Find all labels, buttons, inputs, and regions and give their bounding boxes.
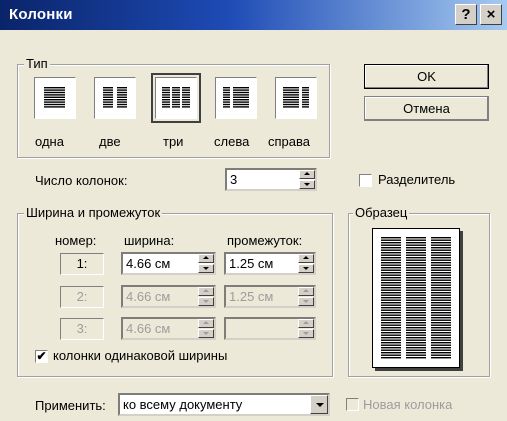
equal-width-label[interactable]: колонки одинаковой ширины <box>53 348 227 363</box>
spin-up-icon <box>298 319 314 328</box>
row3-number: 3: <box>60 318 104 340</box>
separator-checkbox[interactable] <box>359 174 372 187</box>
help-button[interactable]: ? <box>455 4 477 25</box>
type-three-label[interactable]: три <box>163 134 183 149</box>
preview-page <box>372 228 460 368</box>
preview-legend: Образец <box>353 205 410 220</box>
type-right-icon[interactable] <box>275 77 317 119</box>
spin-down-icon[interactable] <box>198 264 214 273</box>
row1-spacing-spinner[interactable]: 1.25 см <box>224 252 316 275</box>
new-column-checkbox <box>346 398 359 411</box>
row2-width-value: 4.66 см <box>126 289 171 304</box>
spin-down-icon <box>198 329 214 338</box>
type-left-label[interactable]: слева <box>214 134 249 149</box>
ok-button[interactable]: OK <box>364 64 489 89</box>
width-spacing-legend: Ширина и промежуток <box>24 205 163 220</box>
row1-width-spinner[interactable]: 4.66 см <box>121 252 216 275</box>
col-number-header: номер: <box>55 233 97 248</box>
row2-spacing-value: 1.25 см <box>229 289 274 304</box>
type-three-icon[interactable] <box>151 73 201 123</box>
type-one-icon[interactable] <box>34 77 76 119</box>
type-two-label[interactable]: две <box>99 134 121 149</box>
spin-up-icon <box>198 287 214 296</box>
row2-number: 2: <box>60 286 104 308</box>
apply-value[interactable]: ко всему документу <box>123 397 242 412</box>
spin-up-icon[interactable] <box>298 254 314 263</box>
type-two-icon[interactable] <box>94 77 136 119</box>
chevron-down-icon[interactable] <box>310 395 328 414</box>
row2-spacing-spinner: 1.25 см <box>224 285 316 308</box>
row1-spacing-value[interactable]: 1.25 см <box>229 256 273 271</box>
spin-up-icon <box>298 287 314 296</box>
spin-up-icon <box>198 319 214 328</box>
num-columns-value[interactable]: 3 <box>230 172 237 187</box>
spin-up-icon[interactable] <box>299 170 315 179</box>
dialog-title: Колонки <box>9 6 73 23</box>
col-spacing-header: промежуток: <box>227 233 303 248</box>
spin-down-icon[interactable] <box>298 264 314 273</box>
apply-select[interactable]: ко всему документу <box>118 393 330 416</box>
apply-label: Применить: <box>35 398 106 413</box>
equal-width-checkbox[interactable]: ✔ <box>35 350 48 363</box>
row3-width-spinner: 4.66 см <box>121 317 216 340</box>
row3-spacing-spinner <box>224 317 316 340</box>
title-bar: Колонки ? × <box>0 0 507 30</box>
col-width-header: ширина: <box>124 233 175 248</box>
spin-down-icon <box>198 297 214 306</box>
separator-label[interactable]: Разделитель <box>378 172 455 187</box>
row2-width-spinner: 4.66 см <box>121 285 216 308</box>
preview-columns <box>381 237 451 359</box>
spin-down-icon <box>298 297 314 306</box>
row1-number: 1: <box>60 253 104 275</box>
cancel-button[interactable]: Отмена <box>364 96 489 121</box>
type-group-legend: Тип <box>24 56 50 71</box>
type-left-icon[interactable] <box>215 77 257 119</box>
spin-up-icon[interactable] <box>198 254 214 263</box>
columns-dialog: Колонки ? × Тип одна две три слева справ… <box>0 0 507 421</box>
type-right-label[interactable]: справа <box>268 134 310 149</box>
num-columns-spinner[interactable]: 3 <box>225 168 317 191</box>
row3-width-value: 4.66 см <box>126 321 171 336</box>
num-columns-label: Число колонок: <box>35 173 128 188</box>
new-column-label: Новая колонка <box>363 397 453 412</box>
spin-down-icon <box>298 329 314 338</box>
type-one-label[interactable]: одна <box>35 134 64 149</box>
close-button[interactable]: × <box>480 4 502 25</box>
row1-width-value[interactable]: 4.66 см <box>126 256 170 271</box>
spin-down-icon[interactable] <box>299 180 315 189</box>
